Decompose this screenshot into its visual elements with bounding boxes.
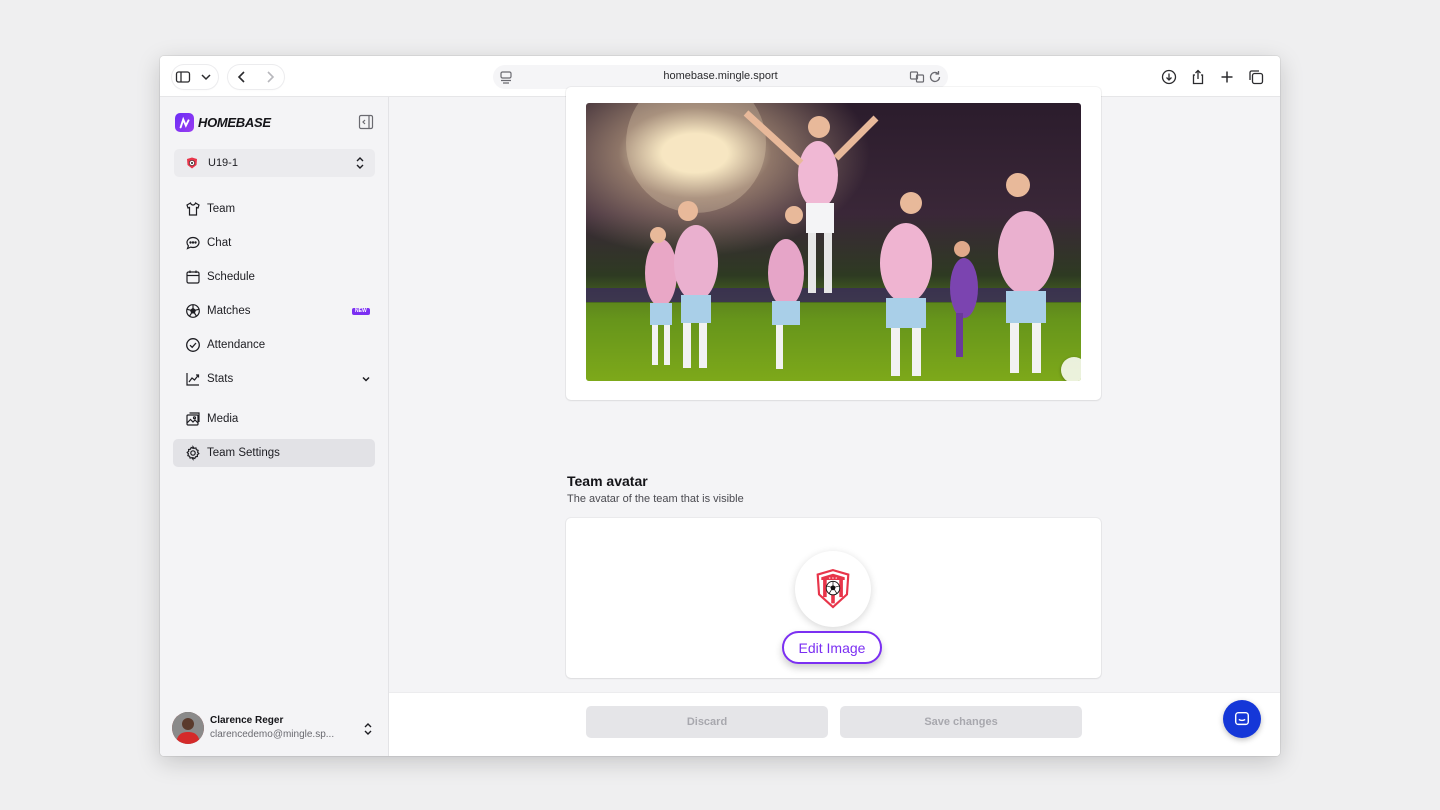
calendar-icon [185, 269, 201, 285]
team-avatar-card: ★ ★ ★ Edit Image [566, 518, 1101, 678]
chevron-down-icon[interactable] [361, 374, 371, 384]
logo-text: HOMEBASE [198, 115, 271, 130]
tab-overview-icon[interactable] [1247, 68, 1265, 86]
sidebar-item-label: Stats [207, 373, 234, 385]
celebrating-players-illustration [586, 103, 1081, 381]
sidebar-item-media[interactable]: Media [173, 405, 375, 433]
sidebar-item-attendance[interactable]: Attendance [173, 331, 375, 359]
check-circle-icon [185, 337, 201, 353]
save-changes-button[interactable]: Save changes [840, 706, 1082, 738]
sidebar-item-team-settings[interactable]: Team Settings [173, 439, 375, 467]
sidebar-item-chat[interactable]: Chat [173, 229, 375, 257]
chevron-up-down-icon [364, 723, 372, 735]
sidebar: HOMEBASE U19-1 Team Chat Schedule Matche… [160, 97, 389, 756]
sidebar-item-stats[interactable]: Stats [173, 365, 375, 393]
homebase-logo-icon [175, 113, 194, 132]
sidebar-item-schedule[interactable]: Schedule [173, 263, 375, 291]
gear-icon [185, 445, 201, 461]
share-icon[interactable] [1189, 68, 1207, 86]
discard-button[interactable]: Discard [586, 706, 828, 738]
download-icon[interactable] [1160, 68, 1178, 86]
collapse-sidebar-icon[interactable] [358, 114, 374, 130]
user-account-switcher[interactable]: Clarence Reger clarencedemo@mingle.sp... [172, 711, 377, 747]
browser-window: homebase.mingle.sport HOMEBASE U19-1 Tea… [160, 56, 1280, 756]
cover-photo-card [566, 87, 1101, 400]
chevron-up-down-icon [356, 157, 364, 169]
section-description: The avatar of the team that is visible [567, 493, 744, 505]
sidebar-toggle-icon[interactable] [174, 68, 192, 86]
sidebar-item-team[interactable]: Team [173, 195, 375, 223]
sidebar-item-label: Chat [207, 237, 232, 249]
chevron-down-icon[interactable] [197, 68, 215, 86]
url-text: homebase.mingle.sport [663, 70, 778, 82]
svg-text:★ ★ ★: ★ ★ ★ [829, 577, 839, 580]
forward-icon[interactable] [261, 68, 279, 86]
sidebar-item-matches[interactable]: Matches NEW [173, 297, 375, 325]
sidebar-item-label: Media [207, 413, 239, 425]
images-icon [185, 411, 201, 427]
new-tab-icon[interactable] [1218, 68, 1236, 86]
edit-cover-button[interactable] [1061, 357, 1081, 381]
sidebar-item-label: Attendance [207, 339, 266, 351]
reload-icon[interactable] [926, 68, 944, 86]
homebase-logo[interactable]: HOMEBASE [175, 113, 271, 132]
team-crest-icon [187, 157, 197, 169]
shirt-icon [185, 201, 201, 217]
line-chart-icon [185, 371, 201, 387]
section-title: Team avatar [567, 473, 648, 489]
edit-image-button[interactable]: Edit Image [782, 631, 882, 664]
chat-bubble-icon [185, 235, 201, 251]
sidebar-item-label: Team [207, 203, 236, 215]
team-selector-name: U19-1 [208, 157, 238, 169]
user-name: Clarence Reger [210, 715, 284, 726]
team-cover-photo [586, 103, 1081, 381]
new-badge: NEW [352, 308, 370, 315]
sidebar-item-label: Schedule [207, 271, 255, 283]
team-avatar: ★ ★ ★ [795, 551, 871, 627]
main-content: Team avatar The avatar of the team that … [389, 87, 1280, 756]
pencil-icon [1061, 357, 1081, 381]
address-bar[interactable]: homebase.mingle.sport [493, 65, 948, 89]
team-crest-icon: ★ ★ ★ [816, 569, 850, 609]
support-chat-button[interactable] [1223, 700, 1261, 738]
avatar [172, 712, 204, 744]
team-selector[interactable]: U19-1 [174, 149, 375, 177]
translate-icon[interactable] [908, 68, 926, 86]
sidebar-item-label: Matches [207, 305, 251, 317]
chat-icon [1234, 711, 1250, 726]
sidebar-item-label: Team Settings [207, 447, 280, 459]
back-icon[interactable] [233, 68, 251, 86]
soccer-ball-icon [185, 303, 201, 319]
user-email: clarencedemo@mingle.sp... [210, 729, 335, 740]
action-bar: Discard Save changes [389, 692, 1280, 756]
